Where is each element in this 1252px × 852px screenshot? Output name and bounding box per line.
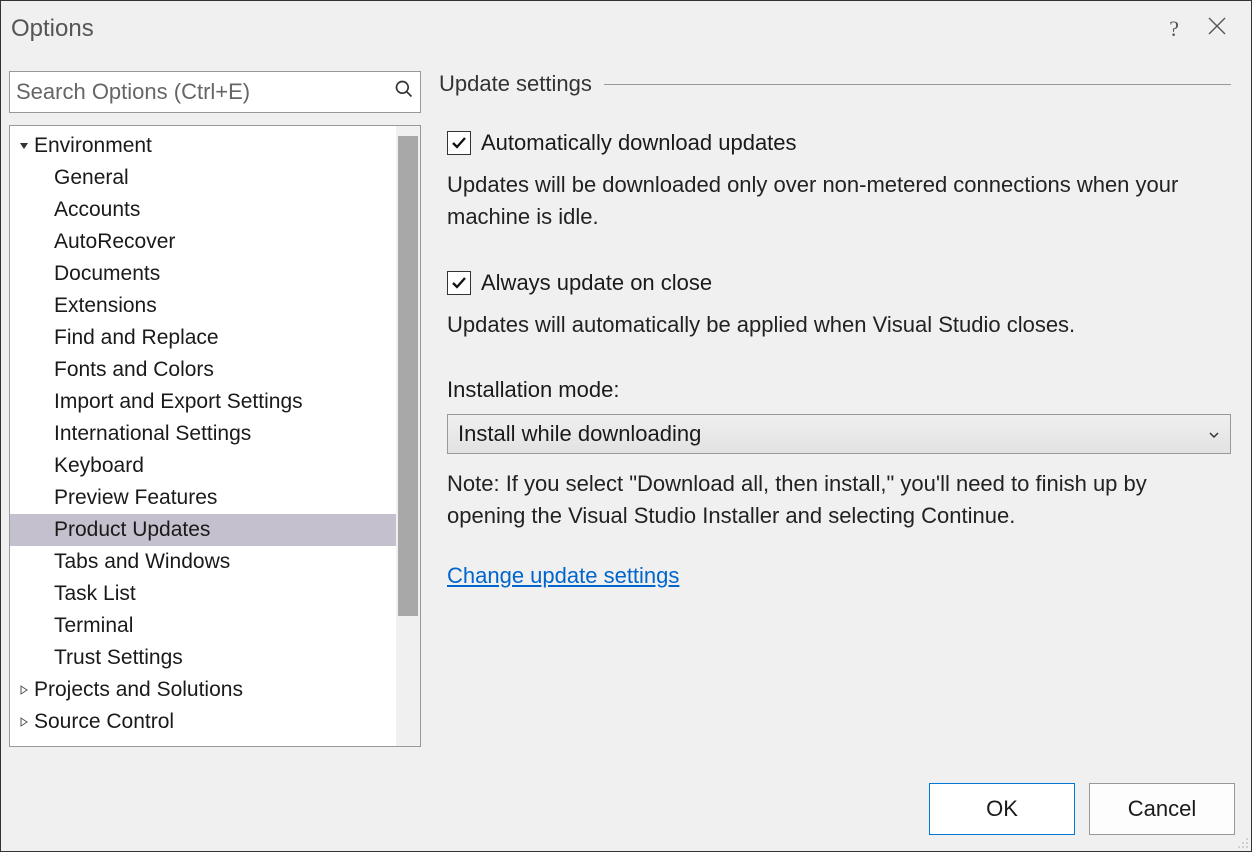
tree-item-autorecover[interactable]: AutoRecover (10, 226, 420, 258)
auto-download-label: Automatically download updates (481, 127, 797, 159)
tree-group-projects-and-solutions[interactable]: Projects and Solutions (10, 674, 420, 706)
tree-group-label: Projects and Solutions (34, 678, 243, 702)
titlebar: Options ? (1, 1, 1251, 57)
install-mode-selected: Install while downloading (458, 418, 701, 450)
update-on-close-row: Always update on close (447, 267, 1231, 299)
tree-item-import-export-settings[interactable]: Import and Export Settings (10, 386, 420, 418)
section-heading: Update settings (439, 71, 592, 97)
tree-group-label: Source Control (34, 710, 174, 734)
tree-group-label: Environment (34, 134, 152, 158)
update-on-close-label: Always update on close (481, 267, 712, 299)
tree-item-task-list[interactable]: Task List (10, 578, 420, 610)
window-title: Options (11, 15, 94, 43)
auto-download-checkbox[interactable] (447, 131, 471, 155)
chevron-down-icon (16, 141, 32, 151)
ok-button[interactable]: OK (929, 783, 1075, 835)
tree-item-terminal[interactable]: Terminal (10, 610, 420, 642)
section-divider (604, 84, 1231, 85)
tree-item-extensions[interactable]: Extensions (10, 290, 420, 322)
tree-item-product-updates[interactable]: Product Updates (10, 514, 420, 546)
search-options-wrap (9, 71, 421, 113)
chevron-right-icon (16, 685, 32, 695)
tree-item-find-and-replace[interactable]: Find and Replace (10, 322, 420, 354)
tree-item-international-settings[interactable]: International Settings (10, 418, 420, 450)
resize-grip-icon[interactable] (1235, 835, 1249, 849)
install-mode-label: Installation mode: (447, 374, 1231, 406)
titlebar-controls: ? (1169, 16, 1251, 42)
tree-item-accounts[interactable]: Accounts (10, 194, 420, 226)
tree-group-source-control[interactable]: Source Control (10, 706, 420, 738)
tree-item-general[interactable]: General (10, 162, 420, 194)
section-header: Update settings (439, 71, 1231, 97)
search-input[interactable] (16, 79, 394, 105)
options-tree: Environment General Accounts AutoRecover… (9, 125, 421, 747)
install-mode-select[interactable]: Install while downloading (447, 414, 1231, 454)
scrollbar-track[interactable] (396, 126, 420, 746)
install-mode-note: Note: If you select "Download all, then … (447, 468, 1231, 532)
tree-item-keyboard[interactable]: Keyboard (10, 450, 420, 482)
right-column: Update settings Automatically download u… (439, 71, 1243, 747)
search-icon[interactable] (394, 79, 414, 105)
tree-item-tabs-and-windows[interactable]: Tabs and Windows (10, 546, 420, 578)
auto-download-desc: Updates will be downloaded only over non… (447, 169, 1231, 233)
help-icon[interactable]: ? (1169, 16, 1179, 42)
update-on-close-checkbox[interactable] (447, 271, 471, 295)
update-on-close-desc: Updates will automatically be applied wh… (447, 309, 1231, 341)
auto-download-row: Automatically download updates (447, 127, 1231, 159)
close-icon[interactable] (1207, 16, 1227, 42)
left-column: Environment General Accounts AutoRecover… (9, 71, 421, 747)
chevron-down-icon (1208, 418, 1220, 450)
cancel-button[interactable]: Cancel (1089, 783, 1235, 835)
tree-root: Environment General Accounts AutoRecover… (10, 126, 420, 742)
change-update-settings-link[interactable]: Change update settings (447, 563, 679, 588)
chevron-right-icon (16, 717, 32, 727)
tree-item-trust-settings[interactable]: Trust Settings (10, 642, 420, 674)
scrollbar-thumb[interactable] (398, 136, 418, 616)
content-area: Environment General Accounts AutoRecover… (1, 57, 1251, 747)
tree-item-documents[interactable]: Documents (10, 258, 420, 290)
dialog-footer: OK Cancel (929, 783, 1235, 835)
tree-item-preview-features[interactable]: Preview Features (10, 482, 420, 514)
tree-group-environment[interactable]: Environment (10, 130, 420, 162)
tree-item-fonts-and-colors[interactable]: Fonts and Colors (10, 354, 420, 386)
